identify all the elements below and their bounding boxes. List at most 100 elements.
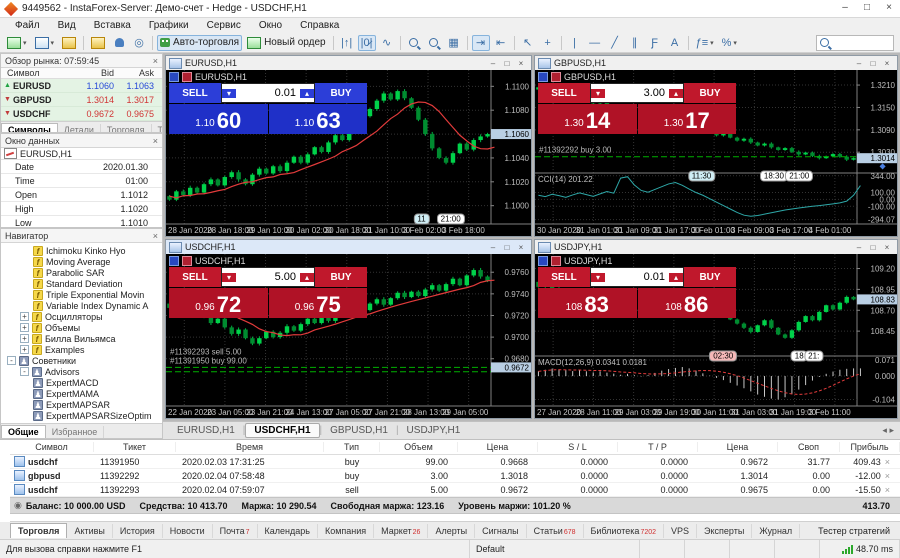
volume-increase-icon[interactable]: ▴ xyxy=(669,273,683,282)
auto-scroll-icon[interactable]: ⇥ xyxy=(472,35,490,51)
close-icon[interactable]: × xyxy=(880,57,894,70)
market-watch-row[interactable]: ▲ EURUSD 1.1060 1.1063 xyxy=(1,79,162,93)
vertical-line-icon[interactable]: | xyxy=(566,35,584,51)
chart-tab-EURUSD,H1[interactable]: EURUSD,H1 xyxy=(169,424,243,437)
menu-item-Сервис[interactable]: Сервис xyxy=(198,20,250,31)
collapse-icon[interactable]: - xyxy=(20,367,29,376)
volume-decrease-icon[interactable]: ▾ xyxy=(591,273,605,282)
tile-windows-icon[interactable]: ▦ xyxy=(445,35,463,51)
toolbox-tab-Активы[interactable]: Активы xyxy=(67,524,112,538)
tab-scroll-left-icon[interactable]: ◂ xyxy=(882,425,887,435)
volume-value[interactable]: 0.01 xyxy=(605,271,669,283)
toolbox-tab-Маркет[interactable]: Маркет26 xyxy=(374,524,428,538)
search-input[interactable] xyxy=(829,37,885,49)
navigator-item[interactable]: fTriple Exponential Movin xyxy=(1,289,162,300)
market-watch-row[interactable]: ▼ GBPUSD 1.3014 1.3017 xyxy=(1,93,162,107)
trendline-icon[interactable]: ╱ xyxy=(606,35,624,51)
buy-button[interactable]: BUY xyxy=(315,83,367,103)
close-icon[interactable]: × xyxy=(153,56,158,66)
market-watch-button[interactable] xyxy=(59,35,79,51)
channel-icon[interactable]: ∥ xyxy=(626,35,644,51)
data-window-title[interactable]: Окно данных× xyxy=(1,134,162,148)
line-chart-type-icon[interactable]: ∿ xyxy=(378,35,396,51)
navigator-title[interactable]: Навигатор× xyxy=(1,229,162,243)
sell-price[interactable]: 10883 xyxy=(538,288,637,318)
chart-tab-USDCHF,H1[interactable]: USDCHF,H1 xyxy=(245,423,319,438)
navigator-item[interactable]: +fБилла Вильямса xyxy=(1,333,162,344)
autotrade-button[interactable]: Авто-торговля xyxy=(157,35,242,51)
navigator-item[interactable]: ♟ExpertMAPSAR xyxy=(1,399,162,410)
expand-icon[interactable]: + xyxy=(20,345,29,354)
navigator-item[interactable]: fIchimoku Kinko Hyo xyxy=(1,245,162,256)
toolbox-tab-Сигналы[interactable]: Сигналы xyxy=(475,524,527,538)
toolbox-tab-Журнал[interactable]: Журнал xyxy=(752,524,800,538)
new-chart-button[interactable]: ▾ xyxy=(4,35,30,51)
panel-toggle-icon[interactable] xyxy=(538,256,548,266)
column-header[interactable]: T / P xyxy=(618,442,698,452)
menu-item-Вставка[interactable]: Вставка xyxy=(85,20,140,31)
volume-stepper[interactable]: ▾0.01▴ xyxy=(590,267,684,287)
toolbox-tab-Новости[interactable]: Новости xyxy=(163,524,213,538)
zoom-out-icon[interactable] xyxy=(425,35,443,51)
tab-scroll-right-icon[interactable]: ▸ xyxy=(889,425,894,435)
sell-price[interactable]: 1.3014 xyxy=(538,104,637,134)
restore-icon[interactable]: □ xyxy=(500,57,514,70)
sell-price[interactable]: 1.1060 xyxy=(169,104,268,134)
minimize-icon[interactable]: – xyxy=(852,57,866,70)
navigator-item[interactable]: fStandard Deviation xyxy=(1,278,162,289)
navigator-item[interactable]: ♟ExpertMACD xyxy=(1,377,162,388)
restore-icon[interactable]: □ xyxy=(866,57,880,70)
toolbox-tab-Торговля[interactable]: Торговля xyxy=(10,523,67,538)
market-watch-tab-1[interactable]: Детали xyxy=(58,124,101,133)
buy-price[interactable]: 1.3017 xyxy=(638,104,737,134)
close-icon[interactable]: × xyxy=(880,241,894,254)
menu-item-Файл[interactable]: Файл xyxy=(6,20,49,31)
toolbox-tab-Почта[interactable]: Почта7 xyxy=(213,524,258,538)
navigator-tab-1[interactable]: Избранное xyxy=(46,426,105,438)
navigator-button[interactable] xyxy=(110,35,128,51)
expand-icon[interactable]: + xyxy=(20,312,29,321)
column-header[interactable]: Объем xyxy=(380,442,458,452)
volume-decrease-icon[interactable]: ▾ xyxy=(222,273,236,282)
restore-icon[interactable]: □ xyxy=(866,241,880,254)
close-button[interactable]: × xyxy=(878,0,900,17)
new-order-button[interactable]: Новый ордер xyxy=(244,35,329,51)
navigator-tab-0[interactable]: Общие xyxy=(1,425,46,438)
market-watch-tab-2[interactable]: Торговля xyxy=(101,124,152,133)
chart-canvas[interactable]: 0.97600.97400.97200.97000.9680#11392293 … xyxy=(166,254,531,418)
restore-icon[interactable]: □ xyxy=(500,241,514,254)
column-header[interactable]: Своп xyxy=(778,442,840,452)
indicators-button[interactable]: ƒ≡▾ xyxy=(693,35,717,51)
minimize-button[interactable]: – xyxy=(834,0,856,17)
timeframes-button[interactable]: %▾ xyxy=(719,35,740,51)
chart-shift-icon[interactable]: ⇤ xyxy=(492,35,510,51)
text-tool-icon[interactable]: A xyxy=(666,35,684,51)
buy-price[interactable]: 1.1063 xyxy=(269,104,368,134)
cursor-icon[interactable]: ↖ xyxy=(519,35,537,51)
navigator-item[interactable]: +fОсцилляторы xyxy=(1,311,162,322)
candlestick-chart-type-icon[interactable]: |0̷| xyxy=(358,35,376,51)
chart-window-titlebar[interactable]: USDJPY,H1 –□× xyxy=(535,240,897,254)
buy-button[interactable]: BUY xyxy=(315,267,367,287)
search-box[interactable] xyxy=(816,35,894,51)
signals-button[interactable]: ◎ xyxy=(130,35,148,51)
toolbox-tab-Библиотека[interactable]: Библиотека7202 xyxy=(584,524,665,538)
navigator-item[interactable]: -♟Советники xyxy=(1,355,162,366)
column-header[interactable]: Цена xyxy=(698,442,778,452)
menu-item-Вид[interactable]: Вид xyxy=(49,20,85,31)
minimize-icon[interactable]: – xyxy=(486,57,500,70)
volume-increase-icon[interactable]: ▴ xyxy=(300,89,314,98)
trade-row[interactable]: usdchf 11391950 2020.02.03 17:31:25 buy … xyxy=(10,455,900,469)
volume-decrease-icon[interactable]: ▾ xyxy=(222,89,236,98)
profiles-button[interactable]: ▾ xyxy=(32,35,58,51)
column-header[interactable]: Цена xyxy=(458,442,538,452)
close-position-icon[interactable]: × xyxy=(881,457,890,467)
volume-stepper[interactable]: ▾3.00▴ xyxy=(590,83,684,103)
toolbox-tab-Календарь[interactable]: Календарь xyxy=(258,524,318,538)
volume-stepper[interactable]: ▾5.00▴ xyxy=(221,267,315,287)
connection-status[interactable]: 48.70 ms xyxy=(820,540,900,558)
minimize-icon[interactable]: – xyxy=(486,241,500,254)
chart-tab-USDJPY,H1[interactable]: USDJPY,H1 xyxy=(399,424,469,437)
close-icon[interactable]: × xyxy=(153,231,158,241)
volume-increase-icon[interactable]: ▴ xyxy=(669,89,683,98)
